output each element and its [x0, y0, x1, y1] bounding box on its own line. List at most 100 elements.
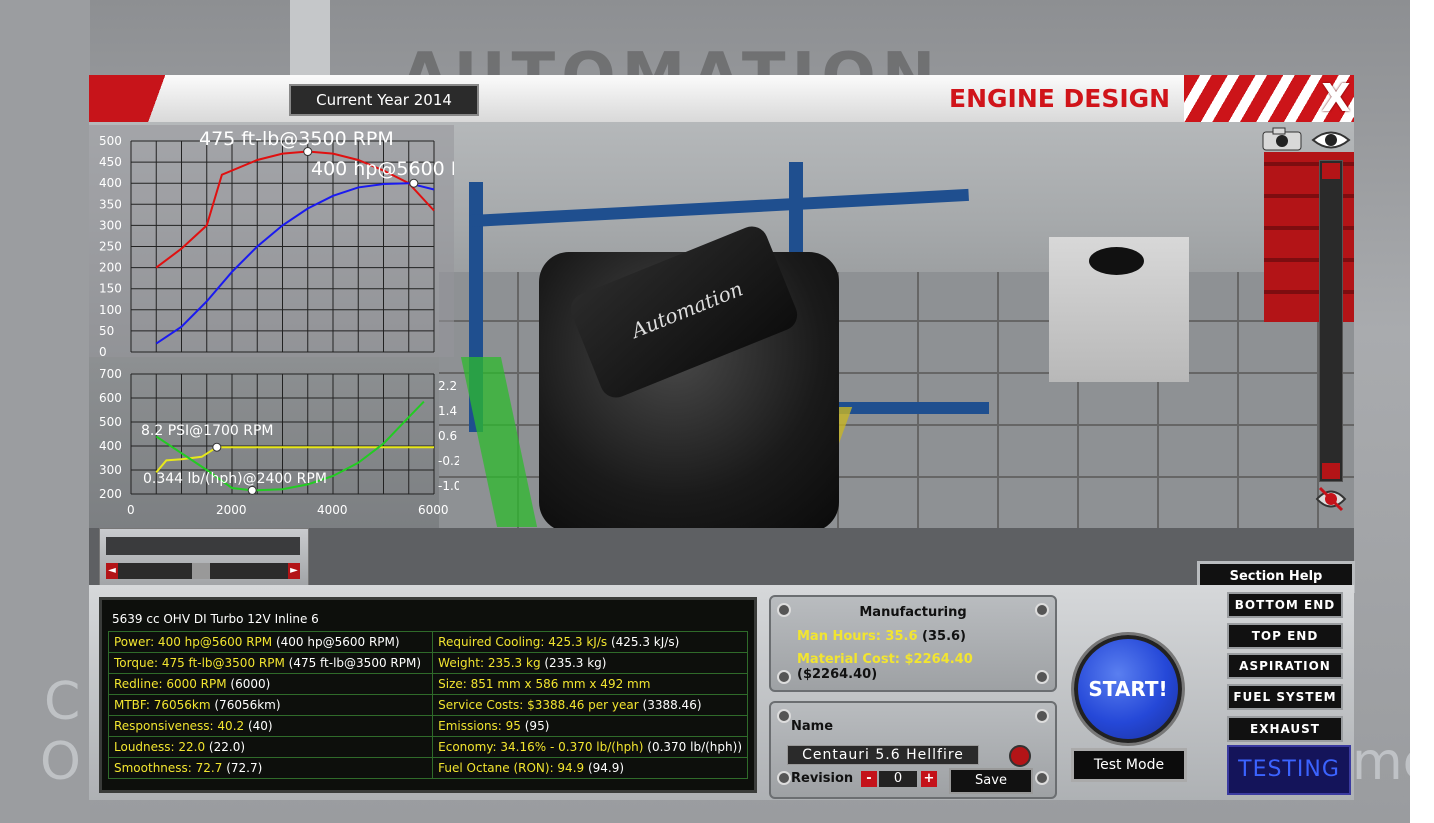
material-cost-value: Material Cost: $2264.40	[797, 652, 973, 667]
y-tick-label: 400	[99, 176, 122, 190]
stat-left: Redline: 6000 RPM (6000)	[107, 673, 434, 695]
stat-value: MTBF: 76056km	[114, 698, 211, 712]
start-button[interactable]: START!	[1074, 635, 1182, 743]
stats-row: Power: 400 hp@5600 RPM (400 hp@5600 RPM)…	[107, 631, 748, 653]
bottom-control-area: 5639 cc OHV DI Turbo 12V Inline 6 Power:…	[89, 585, 1354, 800]
stat-left: Torque: 475 ft-lb@3500 RPM (475 ft-lb@35…	[107, 652, 434, 674]
stat-value: Loudness: 22.0	[114, 740, 206, 754]
stat-left: Power: 400 hp@5600 RPM (400 hp@5600 RPM)	[107, 631, 434, 653]
scroll-down-icon[interactable]	[1322, 463, 1340, 479]
stat-previous: (3388.46)	[638, 698, 702, 712]
window-title: ENGINE DESIGN	[949, 84, 1171, 113]
stat-value: Fuel Octane (RON): 94.9	[438, 761, 585, 775]
camera-control-panel: ◄ ►	[99, 528, 309, 590]
revision-label: Revision	[791, 771, 854, 786]
y-tick-label: 700	[99, 367, 122, 381]
stat-right: Required Cooling: 425.3 kJ/s (425.3 kJ/s…	[432, 631, 748, 653]
eye-icon[interactable]	[1311, 127, 1351, 153]
reset-view-icon[interactable]	[1314, 484, 1348, 514]
stat-previous: (6000)	[226, 677, 271, 691]
boost-economy-chart: 700 600 500 400 300 200 2.2 1.4 0.6 -0.2 -1.0 0 2000…	[99, 367, 459, 517]
y2-tick-label: -1.0	[438, 479, 459, 493]
stat-previous: (76056km)	[210, 698, 281, 712]
y-tick-label: 100	[99, 303, 122, 317]
stat-previous: (425.3 kJ/s)	[607, 635, 680, 649]
revision-increment-button[interactable]: +	[921, 771, 937, 787]
man-hours-value: Man Hours: 35.6	[797, 629, 918, 644]
engine-spec-header: 5639 cc OHV DI Turbo 12V Inline 6	[112, 612, 319, 626]
tab-exhaust[interactable]: EXHAUST	[1227, 716, 1343, 742]
stat-left: Loudness: 22.0 (22.0)	[107, 736, 434, 758]
power-torque-chart: 500450400350300250200150100500475 ft-lb@…	[89, 125, 454, 357]
engine-name-input[interactable]	[787, 745, 979, 765]
man-hours-previous: (35.6)	[917, 629, 966, 644]
stat-previous: (40)	[244, 719, 273, 733]
stat-value: Redline: 6000 RPM	[114, 677, 227, 691]
y-tick-label: 200	[99, 261, 122, 275]
close-button[interactable]: X	[1321, 77, 1351, 119]
x-tick-label: 2000	[216, 503, 247, 517]
stat-value: Service Costs: $3388.46 per year	[438, 698, 639, 712]
tab-top-end[interactable]: TOP END	[1227, 623, 1343, 649]
testing-button[interactable]: TESTING	[1227, 745, 1351, 795]
name-label: Name	[791, 719, 834, 734]
stat-value: Size: 851 mm x 586 mm x 492 mm	[438, 677, 651, 691]
scroll-up-icon[interactable]	[1322, 163, 1340, 179]
rotate-right-button[interactable]: ►	[288, 563, 300, 579]
reset-name-icon[interactable]	[1009, 745, 1031, 767]
y-tick-label: 400	[99, 439, 122, 453]
stat-value: Responsiveness: 40.2	[114, 719, 245, 733]
stats-row: Torque: 475 ft-lb@3500 RPM (475 ft-lb@35…	[107, 652, 748, 674]
mini-screen	[106, 537, 300, 555]
camera-icon[interactable]	[1261, 127, 1303, 151]
tab-fuel-system[interactable]: FUEL SYSTEM	[1227, 684, 1343, 710]
stat-left: Smoothness: 72.7 (72.7)	[107, 757, 434, 779]
title-accent-left	[89, 75, 199, 122]
rotation-slider-knob[interactable]	[192, 563, 210, 579]
revision-decrement-button[interactable]: -	[861, 771, 877, 787]
stats-row: MTBF: 76056km (76056km) Service Costs: $3…	[107, 694, 748, 716]
engine-viewport[interactable]: Automation 500 450 400 350 300 250 200 150 100 50…	[89, 122, 1354, 528]
stat-right: Emissions: 95 (95)	[432, 715, 748, 737]
stat-value: Weight: 235.3 kg	[438, 656, 541, 670]
y2-tick-label: 1.4	[438, 404, 457, 418]
right-edge-strip	[1410, 0, 1434, 823]
series-line	[155, 446, 434, 474]
y-tick-label: 500	[99, 415, 122, 429]
manufacturing-panel: Manufacturing Man Hours: 35.6 (35.6) Mat…	[769, 595, 1057, 692]
background-pillar	[290, 0, 330, 75]
y-tick-label: 350	[99, 197, 122, 211]
stat-previous: (95)	[520, 719, 550, 733]
stat-previous: (235.3 kg)	[540, 656, 607, 670]
tab-aspiration[interactable]: ASPIRATION	[1227, 653, 1343, 679]
revision-value: 0	[879, 771, 917, 787]
y-tick-label: 600	[99, 391, 122, 405]
stat-value: Smoothness: 72.7	[114, 761, 223, 775]
bolt-icon	[1035, 771, 1049, 785]
test-mode-button[interactable]: Test Mode	[1071, 748, 1187, 782]
y-tick-label: 300	[99, 218, 122, 232]
engine-design-window: Current Year 2014 ENGINE DESIGN X Automa…	[89, 75, 1355, 800]
stat-value: Economy: 34.16% - 0.370 lb/(hph)	[438, 740, 644, 754]
zoom-slider[interactable]	[1319, 160, 1343, 482]
material-cost-previous: ($2264.40)	[797, 667, 878, 682]
peak-label: 0.344 lb/(hph)@2400 RPM	[143, 471, 327, 487]
y-tick-label: 0	[99, 345, 107, 357]
title-bar: Current Year 2014 ENGINE DESIGN X	[89, 75, 1354, 124]
y-tick-label: 250	[99, 240, 122, 254]
bolt-icon	[1035, 709, 1049, 723]
y2-tick-label: -0.2	[438, 454, 459, 468]
engine-stats-panel: 5639 cc OHV DI Turbo 12V Inline 6 Power:…	[99, 597, 757, 793]
stand-frame	[469, 188, 969, 228]
engine-brand-text: Automation	[628, 276, 747, 343]
tab-bottom-end[interactable]: BOTTOM END	[1227, 592, 1343, 618]
stat-right: Fuel Octane (RON): 94.9 (94.9)	[432, 757, 748, 779]
rotate-left-button[interactable]: ◄	[106, 563, 118, 579]
stats-table: Power: 400 hp@5600 RPM (400 hp@5600 RPM)…	[107, 631, 748, 779]
material-cost: Material Cost: $2264.40 ($2264.40)	[797, 652, 1055, 682]
peak-marker	[247, 485, 257, 495]
peak-marker	[212, 442, 222, 452]
peak-label: 8.2 PSI@1700 RPM	[141, 423, 274, 439]
save-button[interactable]: Save	[949, 768, 1033, 794]
y-tick-label: 300	[99, 463, 122, 477]
